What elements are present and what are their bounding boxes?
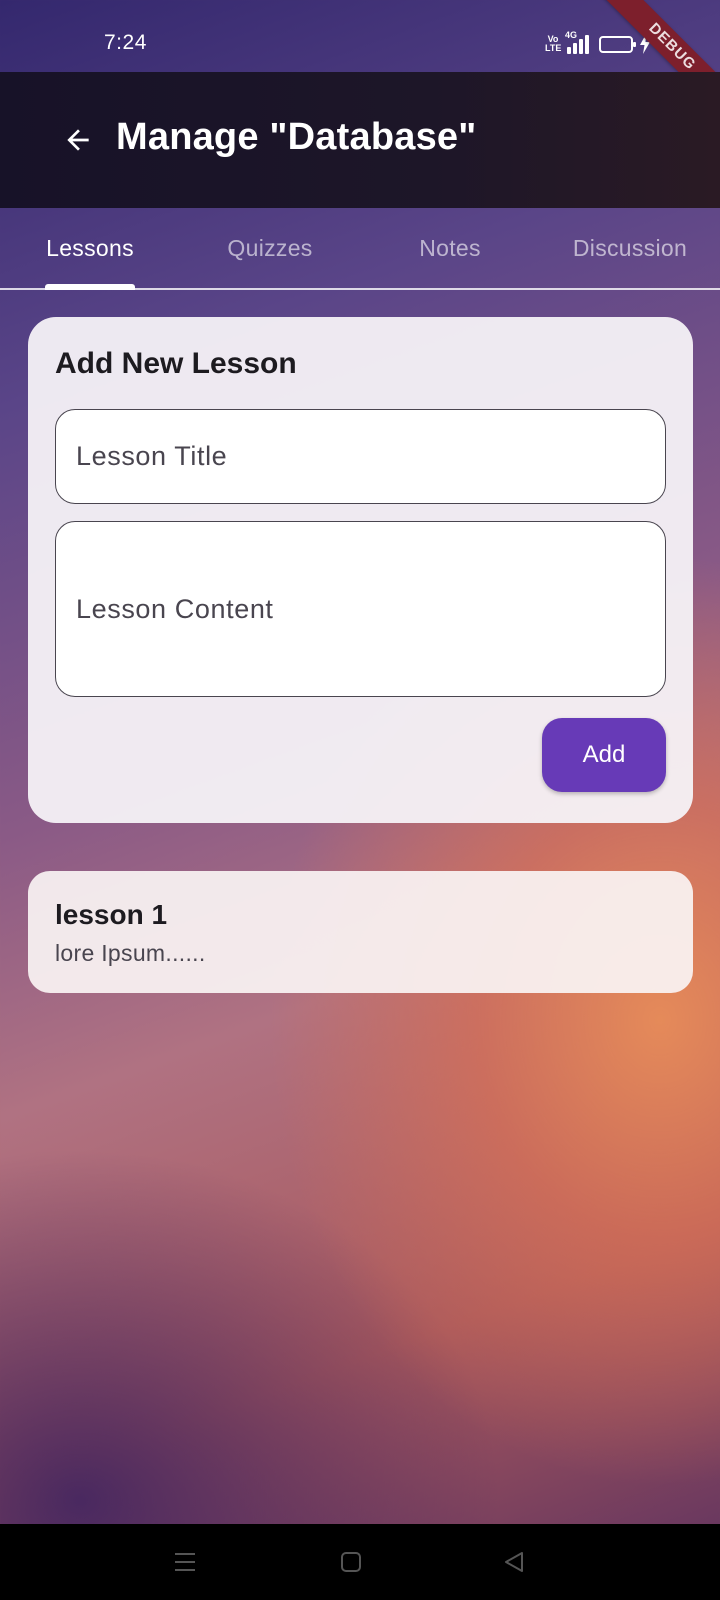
back-triangle-icon [505,1552,523,1572]
add-lesson-button[interactable]: Add [542,718,666,792]
add-lesson-heading: Add New Lesson [55,347,297,380]
system-nav-bar [0,1524,720,1600]
battery-icon [599,35,636,53]
network-type-label: 4G [565,30,578,40]
lesson-title-input[interactable] [76,441,665,472]
lesson-content-field[interactable] [55,521,666,697]
tab-quizzes[interactable]: Quizzes [180,208,360,288]
lesson-title: lesson 1 [55,899,168,930]
tab-lessons[interactable]: Lessons [0,208,180,288]
signal-icon: 4G [565,30,589,54]
tab-bar: Lessons Quizzes Notes Discussion [0,208,720,290]
lesson-content-input[interactable] [76,591,665,627]
app-bar: Manage "Database" [0,72,720,208]
add-lesson-card: Add New Lesson Add [28,317,693,823]
home-button[interactable] [331,1542,371,1582]
lesson-snippet: lore Ipsum...... [55,940,206,966]
status-time: 7:24 [104,31,147,54]
home-square-icon [341,1552,361,1572]
lesson-list-item[interactable]: lesson 1 lore Ipsum...... [28,871,693,993]
lesson-title-field[interactable] [55,409,666,504]
arrow-back-icon [67,129,89,151]
page-title: Manage "Database" [116,116,477,158]
system-back-button[interactable] [494,1542,534,1582]
tab-notes[interactable]: Notes [360,208,540,288]
tab-indicator [45,284,135,290]
volte-icon: Vo LTE [545,34,562,53]
status-bar: 7:24 Vo LTE 4G [0,0,720,72]
tab-discussion[interactable]: Discussion [540,208,720,288]
menu-icon [175,1553,195,1571]
back-button[interactable] [52,114,104,166]
recent-apps-button[interactable] [165,1542,205,1582]
status-icons: Vo LTE 4G [545,30,651,55]
